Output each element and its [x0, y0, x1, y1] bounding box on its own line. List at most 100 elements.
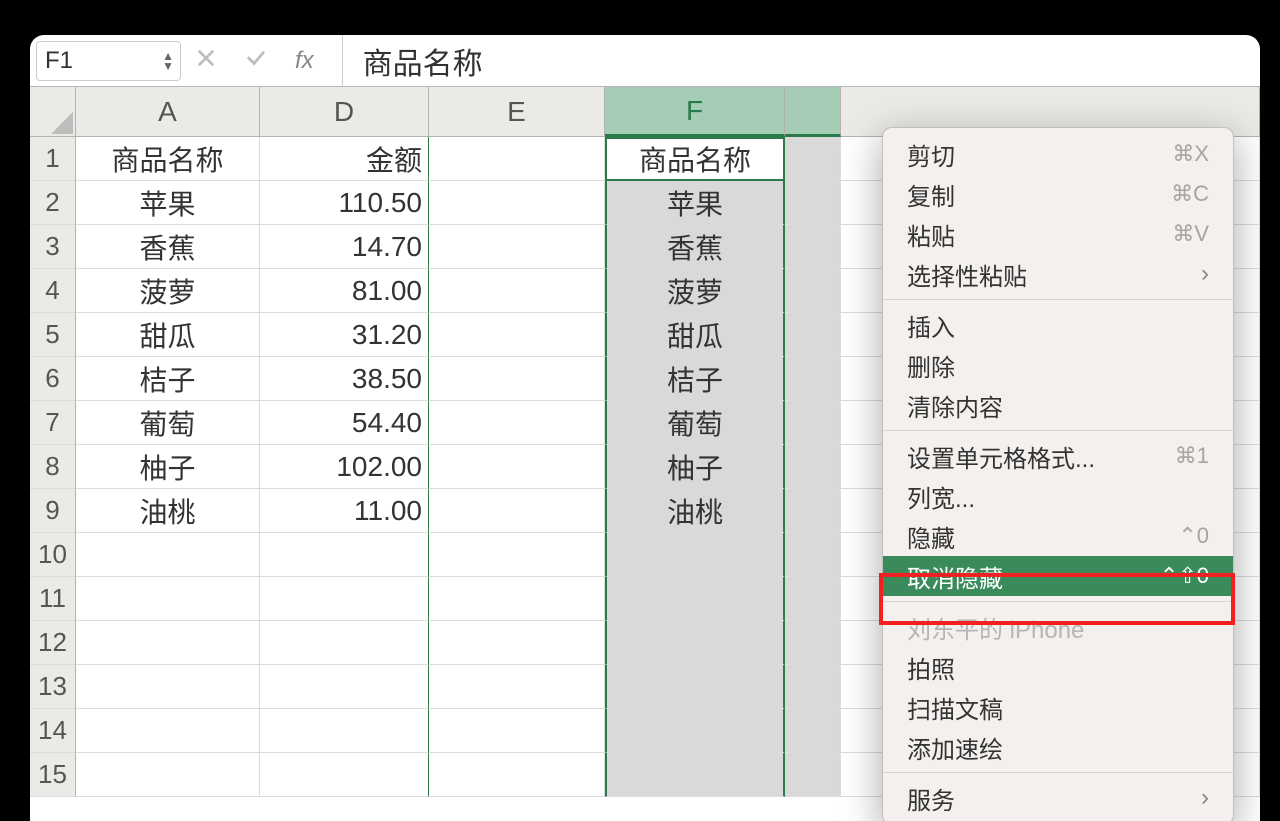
cell-G14[interactable] [785, 709, 841, 753]
menu-item-设置单元格格式...[interactable]: 设置单元格格式...⌘1 [883, 436, 1233, 476]
cell-E6[interactable] [429, 357, 605, 401]
cell-F5[interactable]: 甜瓜 [605, 313, 785, 357]
column-header-F[interactable]: F [605, 87, 785, 137]
cell-G2[interactable] [785, 181, 841, 225]
name-box[interactable]: F1 ▲▼ [36, 41, 181, 81]
menu-item-添加速绘[interactable]: 添加速绘 [883, 727, 1233, 767]
cell-E1[interactable] [429, 137, 605, 181]
confirm-formula-icon[interactable] [245, 47, 267, 74]
cancel-formula-icon[interactable] [195, 47, 217, 74]
cell-F6[interactable]: 桔子 [605, 357, 785, 401]
cell-A13[interactable] [76, 665, 260, 709]
cell-E12[interactable] [429, 621, 605, 665]
cell-F4[interactable]: 菠萝 [605, 269, 785, 313]
cell-A12[interactable] [76, 621, 260, 665]
cell-G9[interactable] [785, 489, 841, 533]
cell-D11[interactable] [260, 577, 429, 621]
cell-A6[interactable]: 桔子 [76, 357, 260, 401]
row-header-7[interactable]: 7 [30, 401, 76, 445]
cell-D8[interactable]: 102.00 [260, 445, 429, 489]
cell-E11[interactable] [429, 577, 605, 621]
menu-item-剪切[interactable]: 剪切⌘X [883, 134, 1233, 174]
menu-item-隐藏[interactable]: 隐藏⌃0 [883, 516, 1233, 556]
cell-A14[interactable] [76, 709, 260, 753]
cell-D10[interactable] [260, 533, 429, 577]
row-header-5[interactable]: 5 [30, 313, 76, 357]
column-header-E[interactable]: E [429, 87, 605, 137]
cell-G5[interactable] [785, 313, 841, 357]
cell-A11[interactable] [76, 577, 260, 621]
cell-G7[interactable] [785, 401, 841, 445]
menu-item-扫描文稿[interactable]: 扫描文稿 [883, 687, 1233, 727]
cell-D13[interactable] [260, 665, 429, 709]
row-header-12[interactable]: 12 [30, 621, 76, 665]
fx-label[interactable]: fx [295, 47, 314, 75]
row-header-11[interactable]: 11 [30, 577, 76, 621]
cell-A3[interactable]: 香蕉 [76, 225, 260, 269]
cell-A2[interactable]: 苹果 [76, 181, 260, 225]
cell-E4[interactable] [429, 269, 605, 313]
cell-G3[interactable] [785, 225, 841, 269]
cell-A10[interactable] [76, 533, 260, 577]
cell-F1[interactable]: 商品名称 [605, 137, 785, 181]
formula-input[interactable]: 商品名称 [342, 35, 1260, 86]
cell-A5[interactable]: 甜瓜 [76, 313, 260, 357]
cell-F12[interactable] [605, 621, 785, 665]
cell-E8[interactable] [429, 445, 605, 489]
cell-E15[interactable] [429, 753, 605, 797]
cell-E14[interactable] [429, 709, 605, 753]
row-header-15[interactable]: 15 [30, 753, 76, 797]
cell-A4[interactable]: 菠萝 [76, 269, 260, 313]
cell-E9[interactable] [429, 489, 605, 533]
menu-item-粘贴[interactable]: 粘贴⌘V [883, 214, 1233, 254]
menu-item-删除[interactable]: 删除 [883, 345, 1233, 385]
cell-G15[interactable] [785, 753, 841, 797]
name-box-stepper-icon[interactable]: ▲▼ [162, 51, 174, 71]
row-header-10[interactable]: 10 [30, 533, 76, 577]
cell-G10[interactable] [785, 533, 841, 577]
cell-E7[interactable] [429, 401, 605, 445]
cell-E3[interactable] [429, 225, 605, 269]
cell-F15[interactable] [605, 753, 785, 797]
cell-E10[interactable] [429, 533, 605, 577]
menu-item-选择性粘贴[interactable]: 选择性粘贴› [883, 254, 1233, 294]
row-header-6[interactable]: 6 [30, 357, 76, 401]
cell-E2[interactable] [429, 181, 605, 225]
cell-D2[interactable]: 110.50 [260, 181, 429, 225]
cell-F11[interactable] [605, 577, 785, 621]
cell-F14[interactable] [605, 709, 785, 753]
cell-A8[interactable]: 柚子 [76, 445, 260, 489]
cell-D6[interactable]: 38.50 [260, 357, 429, 401]
cell-G13[interactable] [785, 665, 841, 709]
menu-item-取消隐藏[interactable]: 取消隐藏⌃⇧0 [883, 556, 1233, 596]
cell-D3[interactable]: 14.70 [260, 225, 429, 269]
cell-G4[interactable] [785, 269, 841, 313]
row-header-2[interactable]: 2 [30, 181, 76, 225]
cell-F8[interactable]: 柚子 [605, 445, 785, 489]
menu-item-拍照[interactable]: 拍照 [883, 647, 1233, 687]
menu-item-清除内容[interactable]: 清除内容 [883, 385, 1233, 425]
cell-D5[interactable]: 31.20 [260, 313, 429, 357]
cell-D1[interactable]: 金额 [260, 137, 429, 181]
cell-D15[interactable] [260, 753, 429, 797]
row-header-1[interactable]: 1 [30, 137, 76, 181]
cell-G8[interactable] [785, 445, 841, 489]
column-header-A[interactable]: A [76, 87, 260, 137]
menu-item-服务[interactable]: 服务› [883, 778, 1233, 818]
cell-F13[interactable] [605, 665, 785, 709]
cell-F3[interactable]: 香蕉 [605, 225, 785, 269]
cell-D14[interactable] [260, 709, 429, 753]
column-header-G[interactable] [785, 87, 841, 137]
cell-A15[interactable] [76, 753, 260, 797]
row-header-14[interactable]: 14 [30, 709, 76, 753]
select-all-corner[interactable] [30, 87, 76, 137]
menu-item-列宽...[interactable]: 列宽... [883, 476, 1233, 516]
row-header-3[interactable]: 3 [30, 225, 76, 269]
cell-A7[interactable]: 葡萄 [76, 401, 260, 445]
context-menu[interactable]: 剪切⌘X复制⌘C粘贴⌘V选择性粘贴›插入删除清除内容设置单元格格式...⌘1列宽… [882, 127, 1234, 821]
column-header-D[interactable]: D [260, 87, 429, 137]
cell-A9[interactable]: 油桃 [76, 489, 260, 533]
cell-F7[interactable]: 葡萄 [605, 401, 785, 445]
cell-E13[interactable] [429, 665, 605, 709]
menu-item-复制[interactable]: 复制⌘C [883, 174, 1233, 214]
